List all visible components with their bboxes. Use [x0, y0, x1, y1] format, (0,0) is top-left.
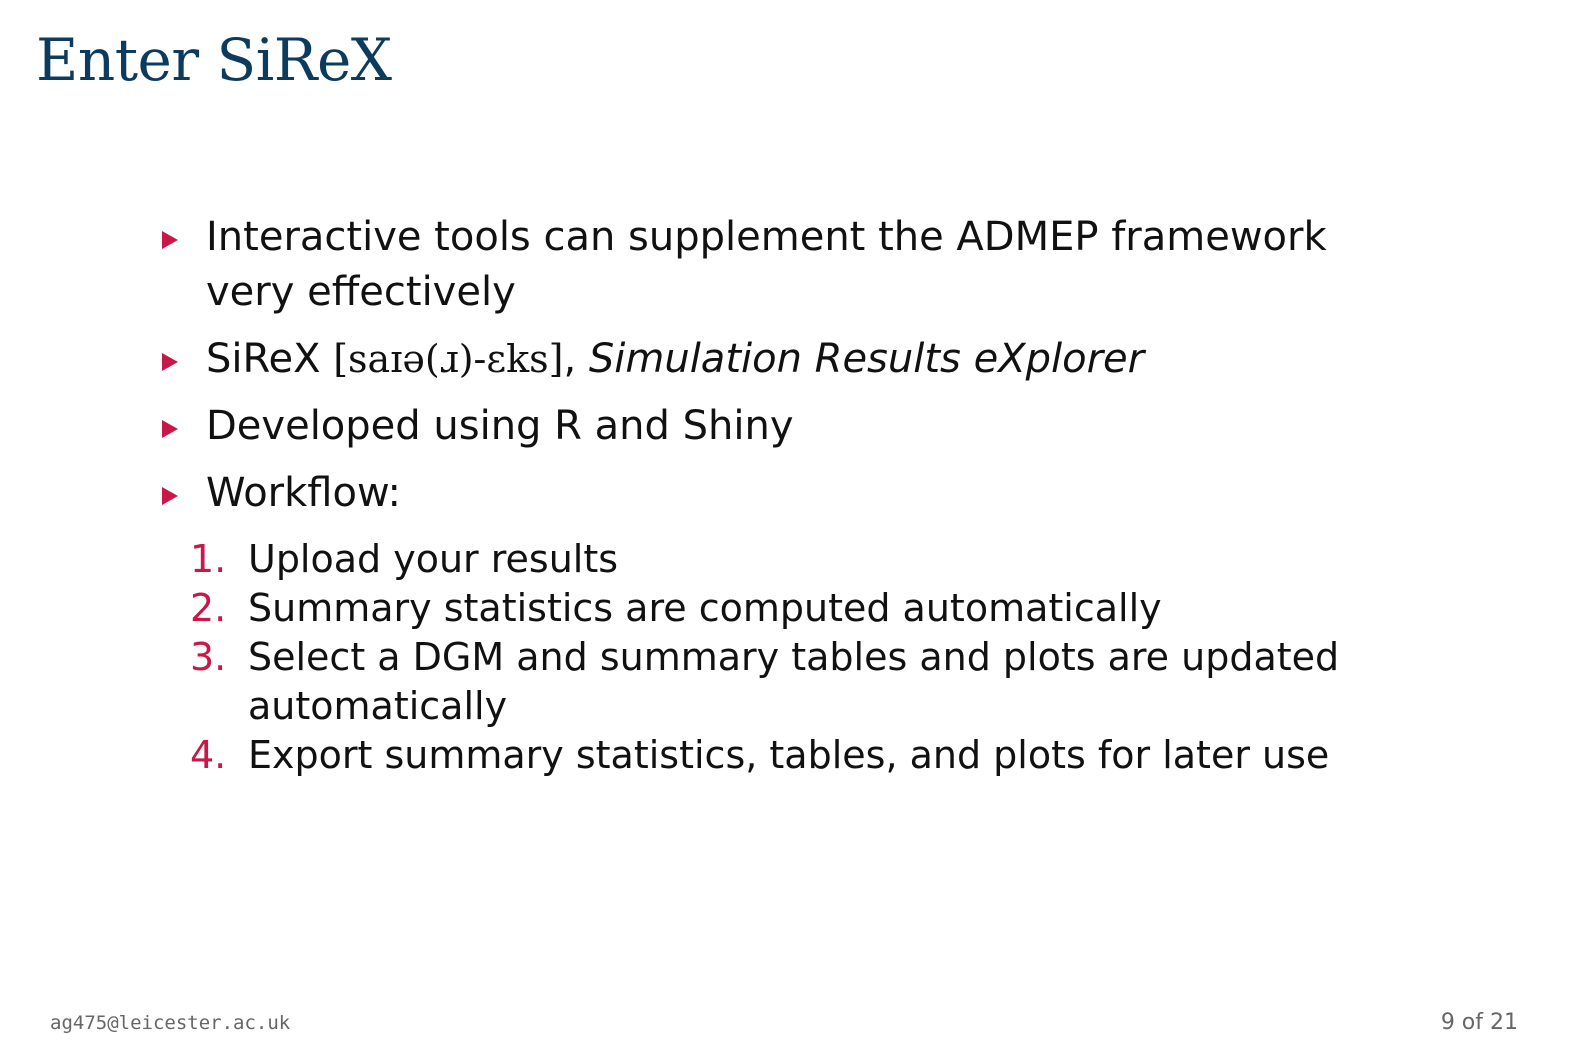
step-number: 2. — [190, 586, 227, 630]
separator: , — [563, 336, 577, 382]
workflow-step: 1. Upload your results — [158, 535, 1458, 584]
workflow-step: 4. Export summary statistics, tables, an… — [158, 731, 1458, 780]
triangle-bullet-icon — [162, 487, 178, 505]
bullet-text: Interactive tools can supplement the ADM… — [206, 214, 1327, 260]
bullet-item-interactive-tools: Interactive tools can supplement the ADM… — [158, 210, 1458, 320]
sirex-pronunciation: [saɪə(ɹ)-ɛks] — [333, 337, 564, 381]
triangle-bullet-icon — [162, 231, 178, 249]
bullet-item-workflow: Workflow: — [158, 466, 1458, 521]
step-text: Export summary statistics, tables, and p… — [248, 733, 1330, 777]
bullet-item-developed: Developed using R and Shiny — [158, 399, 1458, 454]
sirex-expansion: Simulation Results eXplorer — [588, 336, 1145, 382]
triangle-bullet-icon — [162, 420, 178, 438]
sirex-name: SiReX — [206, 336, 321, 382]
workflow-steps: 1. Upload your results 2. Summary statis… — [158, 535, 1458, 780]
bullet-item-sirex: SiReX [saɪə(ɹ)-ɛks], Simulation Results … — [158, 332, 1458, 387]
step-text-continuation: automatically — [248, 684, 508, 728]
workflow-step: 2. Summary statistics are computed autom… — [158, 584, 1458, 633]
bullet-text: Developed using R and Shiny — [206, 403, 794, 449]
bullet-list: Interactive tools can supplement the ADM… — [158, 210, 1458, 521]
step-text: Select a DGM and summary tables and plot… — [248, 635, 1340, 679]
step-number: 3. — [190, 635, 227, 679]
footer-email: ag475@leicester.ac.uk — [50, 1012, 291, 1034]
step-text: Summary statistics are computed automati… — [248, 586, 1162, 630]
step-number: 1. — [190, 537, 227, 581]
triangle-bullet-icon — [162, 353, 178, 371]
slide-content: Interactive tools can supplement the ADM… — [158, 210, 1458, 780]
bullet-text: Workflow: — [206, 470, 401, 516]
workflow-step: 3. Select a DGM and summary tables and p… — [158, 633, 1458, 731]
page-indicator: 9 of 21 — [1440, 1010, 1518, 1035]
step-number: 4. — [190, 733, 227, 777]
slide-title: Enter SiReX — [36, 26, 392, 94]
bullet-text-continuation: very effectively — [206, 269, 516, 315]
step-text: Upload your results — [248, 537, 619, 581]
